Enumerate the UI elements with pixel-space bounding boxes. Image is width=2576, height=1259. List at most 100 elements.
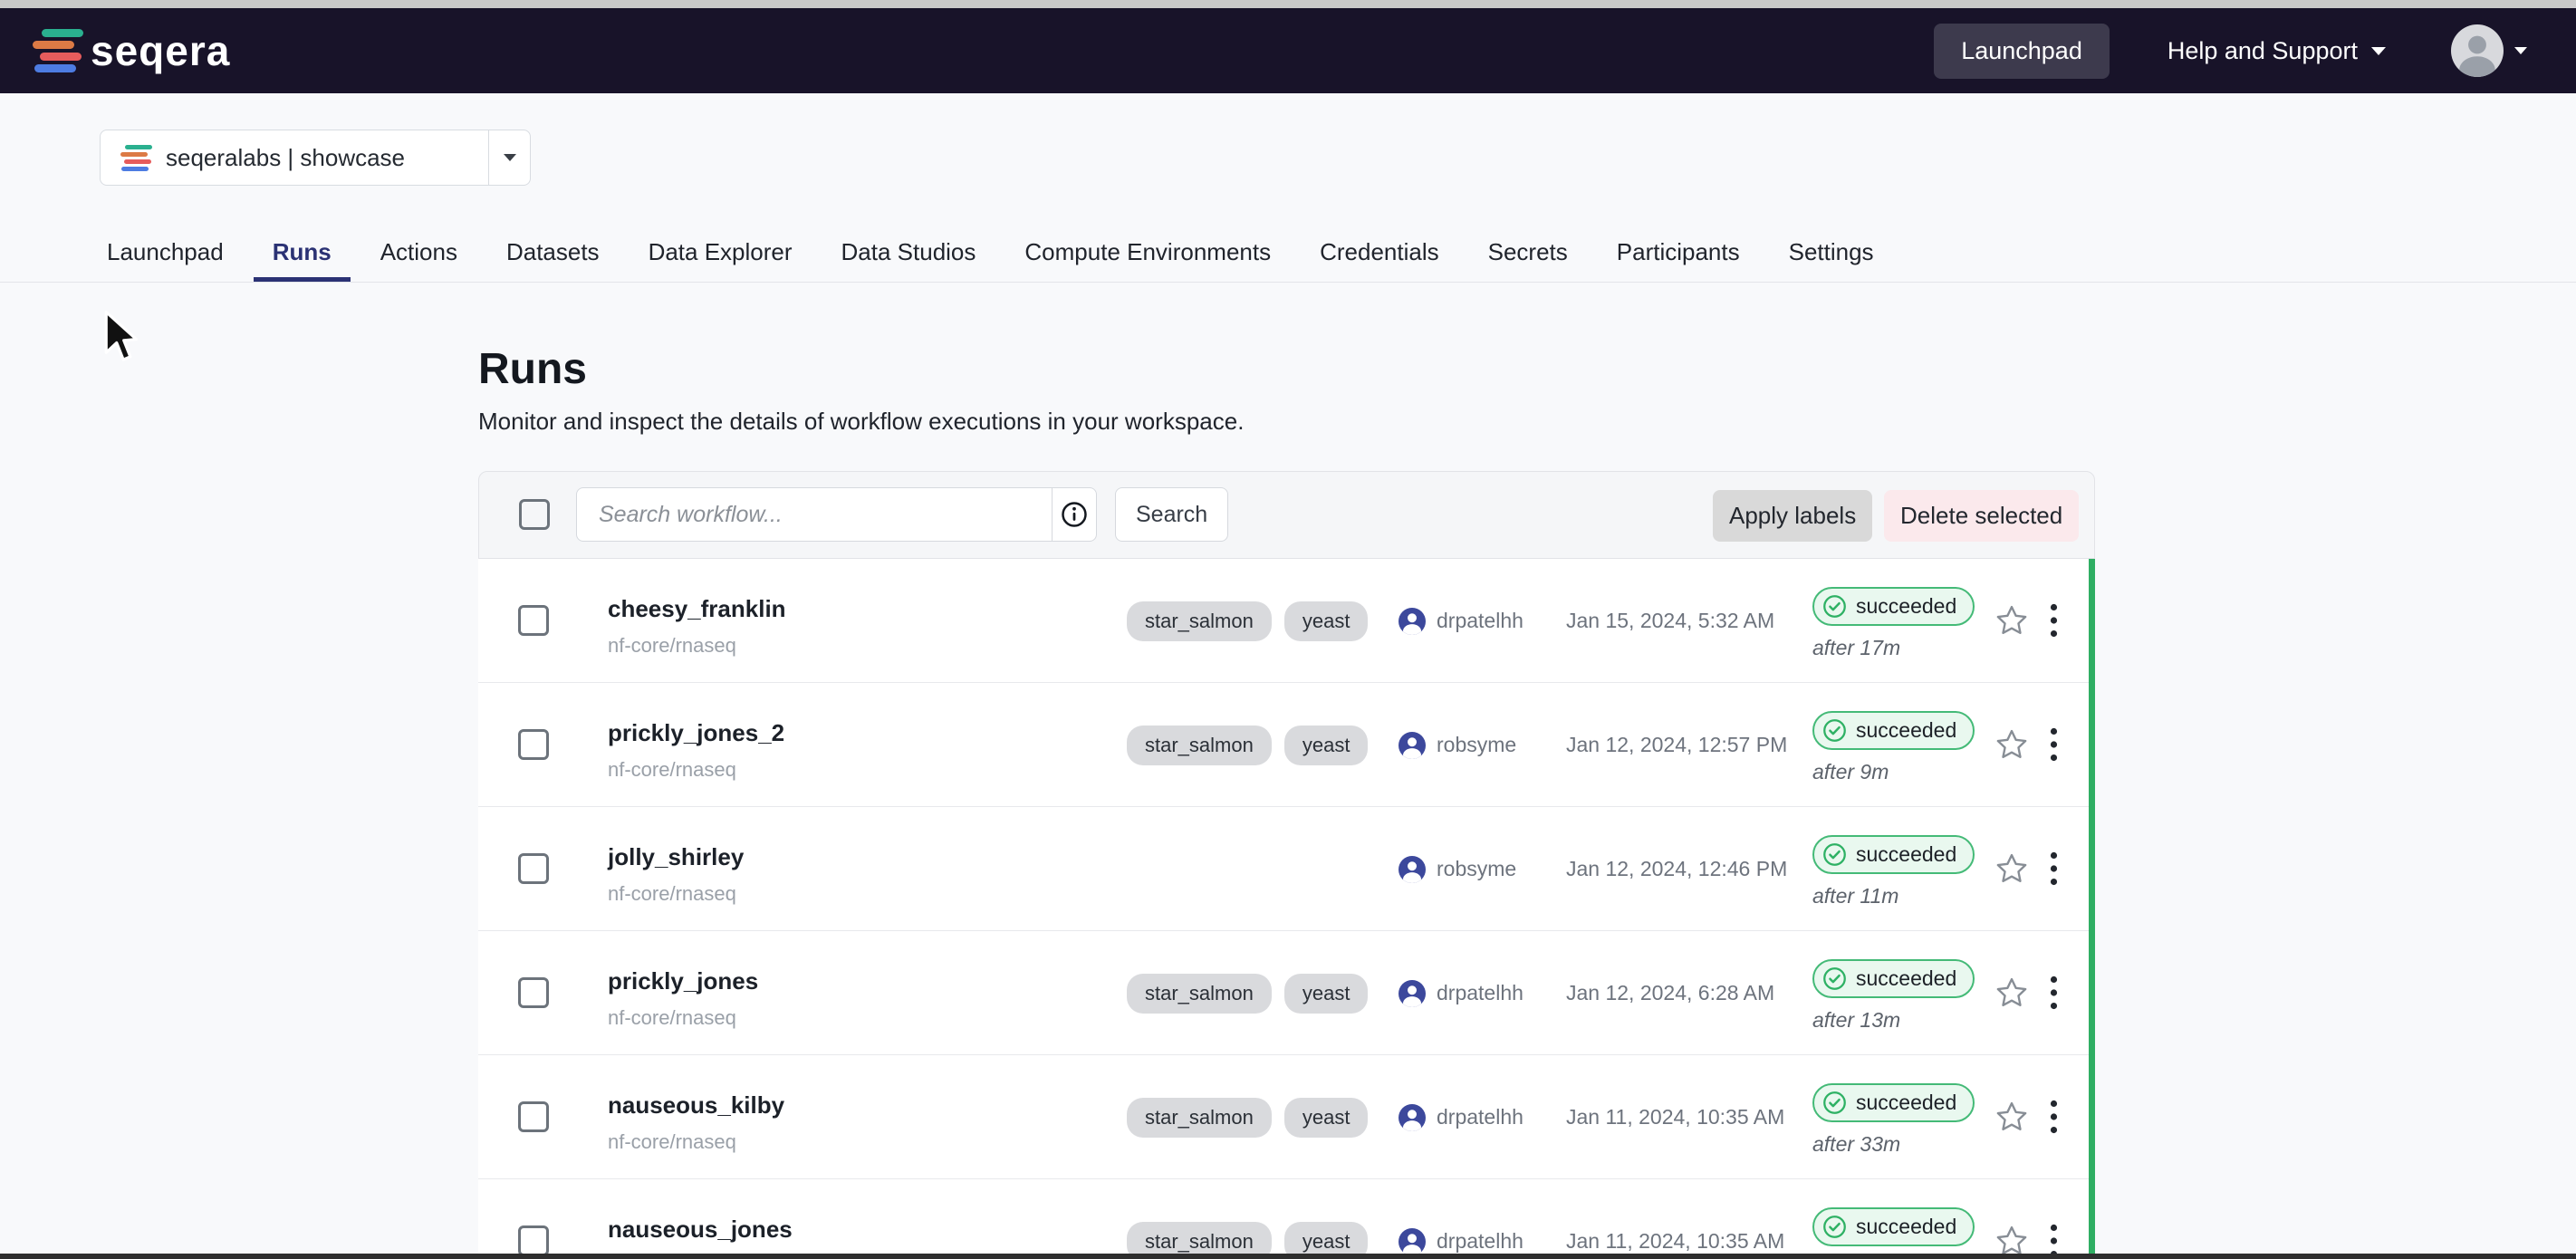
info-icon (1061, 501, 1088, 528)
run-label-pill[interactable]: star_salmon (1127, 726, 1272, 765)
run-status: succeeded after 9m (1812, 711, 1975, 784)
run-user: drpatelhh (1399, 559, 1523, 683)
run-name-link[interactable]: prickly_jones (608, 967, 758, 995)
mouse-cursor (101, 310, 139, 371)
chevron-down-icon (504, 154, 516, 161)
tab[interactable]: Data Studios (822, 226, 995, 282)
tab[interactable]: Datasets (487, 226, 619, 282)
tab-label: Compute Environments (1024, 238, 1271, 266)
kebab-menu-icon[interactable] (2043, 727, 2065, 762)
tab[interactable]: Secrets (1469, 226, 1587, 282)
star-icon[interactable] (1994, 603, 2029, 638)
tab[interactable]: Data Explorer (630, 226, 812, 282)
kebab-menu-icon[interactable] (2043, 1100, 2065, 1134)
run-name-block: prickly_jones nf-core/rnaseq (608, 967, 758, 1030)
check-circle-icon (1822, 594, 1847, 619)
workspace-selector-current[interactable]: seqeralabs | showcase (101, 130, 488, 185)
run-name-link[interactable]: prickly_jones_2 (608, 719, 784, 747)
run-label-pill[interactable]: star_salmon (1127, 1098, 1272, 1138)
launchpad-button[interactable]: Launchpad (1934, 24, 2110, 79)
run-row[interactable]: prickly_jones_2 nf-core/rnaseq star_salm… (478, 683, 2095, 807)
run-label-pill[interactable]: yeast (1284, 601, 1369, 641)
run-name-link[interactable]: cheesy_franklin (608, 595, 786, 623)
run-name-link[interactable]: nauseous_jones (608, 1216, 793, 1244)
run-pipeline: nf-core/rnaseq (608, 882, 744, 906)
help-and-support-menu[interactable]: Help and Support (2167, 37, 2386, 65)
select-all-checkbox[interactable] (519, 499, 550, 530)
row-checkbox[interactable] (518, 977, 549, 1008)
run-label-pill[interactable]: yeast (1284, 1098, 1369, 1138)
run-row[interactable]: jolly_shirley nf-core/rnaseq robsyme Jan… (478, 807, 2095, 931)
run-name-block: jolly_shirley nf-core/rnaseq (608, 843, 744, 906)
run-duration: after 11m (1812, 884, 1975, 908)
star-icon[interactable] (1994, 1100, 2029, 1134)
run-username: robsyme (1437, 857, 1516, 881)
run-duration: after 17m (1812, 636, 1975, 660)
star-icon[interactable] (1994, 851, 2029, 886)
run-date: Jan 12, 2024, 12:57 PM (1566, 683, 1787, 807)
workspace-name: seqeralabs | showcase (166, 144, 405, 172)
row-checkbox[interactable] (518, 1101, 549, 1132)
status-badge: succeeded (1812, 711, 1975, 750)
delete-selected-button[interactable]: Delete selected (1884, 490, 2079, 542)
tab[interactable]: Actions (361, 226, 476, 282)
person-icon (1399, 732, 1426, 759)
kebab-menu-icon[interactable] (2043, 851, 2065, 886)
search-info-button[interactable] (1052, 488, 1096, 541)
status-badge: succeeded (1812, 587, 1975, 626)
apply-labels-button[interactable]: Apply labels (1713, 490, 1872, 542)
status-badge: succeeded (1812, 1207, 1975, 1246)
tab[interactable]: Participants (1598, 226, 1759, 282)
user-menu[interactable] (2451, 24, 2527, 77)
run-name-link[interactable]: nauseous_kilby (608, 1091, 784, 1120)
row-checkbox[interactable] (518, 729, 549, 760)
run-labels: star_salmonyeast (1127, 1179, 1368, 1259)
tab-label: Runs (273, 238, 332, 266)
run-row[interactable]: prickly_jones nf-core/rnaseq star_salmon… (478, 931, 2095, 1055)
tab[interactable]: Settings (1770, 226, 1893, 282)
run-label-pill[interactable]: yeast (1284, 974, 1369, 1014)
run-label-pill[interactable]: yeast (1284, 726, 1369, 765)
row-checkbox[interactable] (518, 853, 549, 884)
star-icon[interactable] (1994, 727, 2029, 762)
run-date: Jan 11, 2024, 10:35 AM (1566, 1055, 1784, 1179)
tab[interactable]: Runs (254, 226, 351, 282)
run-label-pill[interactable]: star_salmon (1127, 601, 1272, 641)
workspace-selector-dropdown-button[interactable] (488, 130, 530, 185)
row-checkbox[interactable] (518, 605, 549, 636)
workspace-selector: seqeralabs | showcase (100, 130, 531, 186)
run-name-link[interactable]: jolly_shirley (608, 843, 744, 871)
person-icon (1399, 856, 1426, 883)
tab[interactable]: Launchpad (88, 226, 243, 282)
run-user: drpatelhh (1399, 1055, 1523, 1179)
check-circle-icon (1822, 842, 1847, 867)
seqera-mark-icon (120, 145, 148, 171)
run-duration: after 13m (1812, 1008, 1975, 1033)
seqera-logo[interactable]: seqera (33, 26, 230, 75)
run-username: drpatelhh (1437, 1105, 1523, 1129)
run-label-pill[interactable]: star_salmon (1127, 974, 1272, 1014)
user-icon (1399, 856, 1426, 883)
status-label: succeeded (1856, 842, 1956, 867)
page-subtitle: Monitor and inspect the details of workf… (478, 408, 1244, 436)
run-row[interactable]: nauseous_jones nf-core/rnaseq star_salmo… (478, 1179, 2095, 1259)
run-date: Jan 11, 2024, 10:35 AM (1566, 1179, 1784, 1259)
star-icon[interactable] (1994, 975, 2029, 1010)
kebab-menu-icon[interactable] (2043, 975, 2065, 1010)
person-icon (1399, 980, 1426, 1007)
tab-label: Datasets (506, 238, 600, 266)
run-username: drpatelhh (1437, 609, 1523, 633)
check-circle-icon (1822, 718, 1847, 743)
run-row[interactable]: cheesy_franklin nf-core/rnaseq star_salm… (478, 559, 2095, 683)
run-date: Jan 12, 2024, 12:46 PM (1566, 807, 1787, 931)
tab[interactable]: Credentials (1301, 226, 1458, 282)
run-row[interactable]: nauseous_kilby nf-core/rnaseq star_salmo… (478, 1055, 2095, 1179)
kebab-menu-icon[interactable] (2043, 603, 2065, 638)
search-button[interactable]: Search (1115, 487, 1228, 542)
row-checkbox[interactable] (518, 1225, 549, 1256)
run-pipeline: nf-core/rnaseq (608, 758, 784, 782)
tab[interactable]: Compute Environments (1005, 226, 1290, 282)
person-icon (2451, 24, 2504, 77)
run-labels: star_salmon yeast (1127, 683, 1368, 807)
search-input[interactable] (577, 488, 1052, 541)
